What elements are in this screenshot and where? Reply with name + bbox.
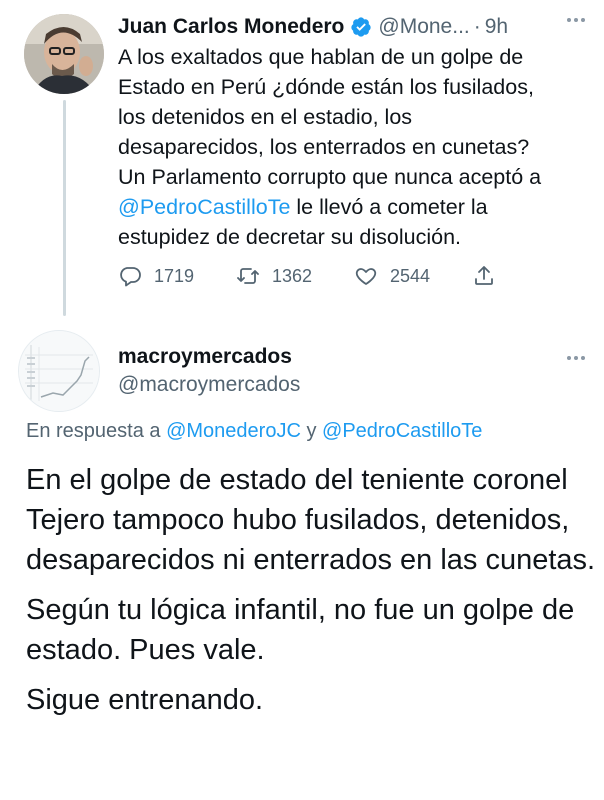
verified-icon <box>350 16 372 38</box>
reply-author-name[interactable]: macroymercados <box>118 345 292 369</box>
tweet-timestamp[interactable]: 9h <box>485 15 508 39</box>
tweet-text-line: Estado en Perú ¿dónde están los fusilado… <box>118 75 534 99</box>
reply-tweet[interactable]: macroymercados @macroymercados En respue… <box>0 320 604 800</box>
header-separator: · <box>473 15 481 38</box>
author-name[interactable]: Juan Carlos Monedero <box>118 15 344 39</box>
avatar-chart-image <box>19 331 99 411</box>
author-handle[interactable]: @Mone... <box>378 15 469 39</box>
reply-author-handle[interactable]: @macroymercados <box>118 373 300 397</box>
reply-icon <box>120 267 141 287</box>
tweet-text-line: @PedroCastilloTe le llevó a cometer la <box>118 192 588 222</box>
mention-link[interactable]: @MonederoJC <box>166 420 301 442</box>
tweet-text-line: A los exaltados que hablan de un golpe d… <box>118 45 524 69</box>
tweet-text-line: estupidez de decretar su disolución. <box>118 225 462 249</box>
more-icon[interactable] <box>562 10 590 30</box>
reply-conjunction: y <box>300 420 323 442</box>
tweet-text-line: los detenidos en el estadio, los <box>118 105 413 129</box>
retweet-icon <box>237 268 259 284</box>
mention-link[interactable]: @PedroCastilloTe <box>322 420 482 442</box>
like-icon <box>355 268 377 285</box>
reply-count: 1719 <box>154 265 195 286</box>
reply-tweet-text: En el golpe de estado del teniente coron… <box>26 460 596 730</box>
tweet-text-fragment: le llevó a cometer la <box>290 195 488 219</box>
thread-connector <box>63 100 66 316</box>
reply-author-avatar[interactable] <box>18 330 100 412</box>
like-button[interactable]: 2544 <box>354 262 430 290</box>
tweet-text: A los exaltados que hablan de un golpe d… <box>118 42 588 252</box>
reply-prefix: En respuesta a <box>26 420 167 442</box>
share-icon <box>475 266 493 285</box>
tweet-header: Juan Carlos Monedero @Mone... · 9h <box>118 12 588 42</box>
mention-link[interactable]: @PedroCastilloTe <box>118 195 290 219</box>
author-avatar[interactable] <box>24 14 104 94</box>
more-icon[interactable] <box>562 348 590 368</box>
tweet-text-line: Un Parlamento corrupto que nunca aceptó … <box>118 165 542 189</box>
retweet-button[interactable]: 1362 <box>236 262 312 290</box>
tweet-actions: 1719 1362 2544 <box>118 262 518 290</box>
retweet-count: 1362 <box>272 265 313 286</box>
original-tweet[interactable]: Juan Carlos Monedero @Mone... · 9h A los… <box>0 0 604 320</box>
avatar-photo <box>24 14 104 94</box>
reply-paragraph: Sigue entrenando. <box>26 684 264 716</box>
reply-button[interactable]: 1719 <box>118 262 194 290</box>
tweet-text-line: desaparecidos, los enterrados en cunetas… <box>118 135 530 159</box>
share-button[interactable] <box>472 262 508 290</box>
reply-paragraph: Según tu lógica infantil, no fue un golp… <box>26 594 575 666</box>
reply-context: En respuesta a @MonederoJC y @PedroCasti… <box>26 420 482 443</box>
reply-paragraph: En el golpe de estado del teniente coron… <box>26 464 596 576</box>
like-count: 2544 <box>390 265 431 286</box>
